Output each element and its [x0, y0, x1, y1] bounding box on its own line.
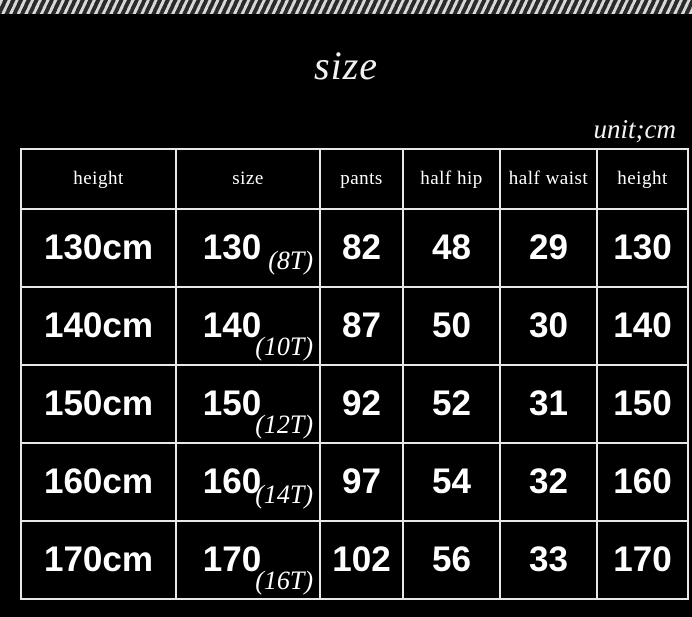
- cell-half-hip: 54: [402, 442, 501, 522]
- cell-half-waist: 33: [499, 520, 598, 600]
- cell-height-2: 160: [596, 442, 689, 522]
- table-row: 160cm 160 (14T) 97 54 32 160: [20, 442, 689, 522]
- column-header-pants: pants: [319, 148, 404, 210]
- cell-pants: 102: [319, 520, 404, 600]
- cell-size: 150 (12T): [175, 364, 321, 444]
- size-t-label: (10T): [255, 332, 313, 361]
- column-header-size: size: [175, 148, 321, 210]
- column-header-height: height: [20, 148, 177, 210]
- size-number: 130: [202, 228, 262, 267]
- cell-height: 130cm: [20, 208, 177, 288]
- cell-size: 140 (10T): [175, 286, 321, 366]
- table-row: 170cm 170 (16T) 102 56 33 170: [20, 520, 689, 600]
- table-row: 140cm 140 (10T) 87 50 30 140: [20, 286, 689, 366]
- column-header-half-waist: half waist: [499, 148, 598, 210]
- table-body: 130cm 130 (8T) 82 48 29 130 140cm 140 (1…: [20, 208, 689, 600]
- cell-size: 130 (8T): [175, 208, 321, 288]
- cell-pants: 82: [319, 208, 404, 288]
- unit-note: unit;cm: [593, 114, 676, 144]
- cell-size: 160 (14T): [175, 442, 321, 522]
- table-header-row: height size pants half hip half waist he…: [20, 148, 689, 210]
- cell-height: 150cm: [20, 364, 177, 444]
- cell-height-2: 150: [596, 364, 689, 444]
- size-number: 170: [202, 540, 262, 579]
- cell-half-waist: 30: [499, 286, 598, 366]
- cell-half-hip: 48: [402, 208, 501, 288]
- cell-height: 160cm: [20, 442, 177, 522]
- hatched-top-border: [0, 0, 692, 14]
- cell-pants: 97: [319, 442, 404, 522]
- page-title: size: [314, 43, 378, 88]
- cell-pants: 87: [319, 286, 404, 366]
- size-t-label: (12T): [255, 410, 313, 439]
- column-header-half-hip: half hip: [402, 148, 501, 210]
- cell-height: 170cm: [20, 520, 177, 600]
- table-header: height size pants half hip half waist he…: [20, 148, 689, 210]
- table-row: 150cm 150 (12T) 92 52 31 150: [20, 364, 689, 444]
- cell-half-hip: 50: [402, 286, 501, 366]
- cell-half-hip: 56: [402, 520, 501, 600]
- size-number: 140: [202, 306, 262, 345]
- table-row: 130cm 130 (8T) 82 48 29 130: [20, 208, 689, 288]
- cell-height-2: 130: [596, 208, 689, 288]
- size-number: 150: [202, 384, 262, 423]
- size-number: 160: [202, 462, 262, 501]
- cell-size: 170 (16T): [175, 520, 321, 600]
- cell-pants: 92: [319, 364, 404, 444]
- cell-height-2: 170: [596, 520, 689, 600]
- cell-half-hip: 52: [402, 364, 501, 444]
- cell-height: 140cm: [20, 286, 177, 366]
- cell-half-waist: 31: [499, 364, 598, 444]
- size-t-label: (16T): [255, 566, 313, 595]
- cell-half-waist: 32: [499, 442, 598, 522]
- size-t-label: (14T): [255, 480, 313, 509]
- cell-height-2: 140: [596, 286, 689, 366]
- size-table: height size pants half hip half waist he…: [20, 148, 689, 600]
- column-header-height-2: height: [596, 148, 689, 210]
- cell-half-waist: 29: [499, 208, 598, 288]
- size-chart-page: size unit;cm height size pants half hip …: [0, 14, 692, 617]
- size-t-label: (8T): [268, 246, 313, 275]
